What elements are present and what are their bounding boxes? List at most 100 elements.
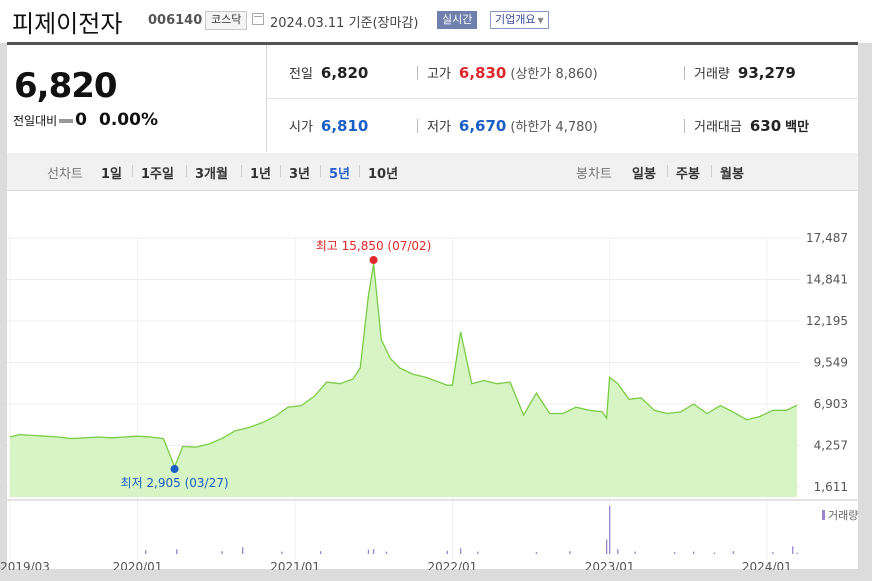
max-annotation: 최고 15,850 (07/02) bbox=[316, 239, 432, 253]
price-change-label: 전일대비 bbox=[13, 114, 58, 128]
x-tick-label: 2023/01 bbox=[585, 560, 635, 570]
x-tick-label: 2020/01 bbox=[113, 560, 163, 570]
volume-bar bbox=[176, 549, 178, 554]
volume-bar bbox=[367, 549, 370, 554]
y-tick-label: 12,195 bbox=[806, 314, 848, 328]
stock-code: 006140 bbox=[148, 13, 203, 28]
tab-daily[interactable]: 일봉 bbox=[632, 163, 656, 182]
volume-bar bbox=[145, 550, 147, 554]
candle-chart-label: 봉차트 bbox=[576, 167, 612, 182]
stat-value: 6,820 bbox=[320, 64, 369, 82]
max-marker bbox=[369, 256, 378, 264]
stat-open: 시가 6,810 bbox=[289, 116, 368, 135]
company-overview-label: 기업개요 bbox=[495, 13, 536, 26]
volume-bar bbox=[535, 552, 538, 554]
y-tick-label: 9,549 bbox=[814, 356, 848, 370]
price-chart: 17,487 14,841 12,195 9,549 6,903 4,257 1,611 최… bbox=[0, 231, 858, 570]
stat-label: 전일 bbox=[289, 67, 313, 82]
volume-bar bbox=[772, 552, 774, 554]
volume-bar bbox=[713, 552, 715, 554]
tab-monthly[interactable]: 월봉 bbox=[720, 163, 744, 182]
current-price: 6,820 bbox=[14, 66, 118, 106]
x-tick-label: 2022/01 bbox=[427, 560, 477, 570]
chevron-down-icon: ▼ bbox=[537, 16, 544, 25]
volume-bar bbox=[634, 551, 636, 554]
divider bbox=[132, 165, 133, 177]
volume-bar bbox=[242, 547, 244, 554]
volume-bar bbox=[609, 506, 611, 554]
min-marker bbox=[170, 465, 179, 473]
title-bar: 피제이전자 006140 코스닥 2024.03.11 기준(장마감) 실시간 … bbox=[0, 0, 872, 43]
divider bbox=[241, 165, 242, 177]
stat-volume: 거래량 93,279 bbox=[694, 63, 796, 82]
volume-bar bbox=[796, 552, 798, 554]
tab-10y[interactable]: 10년 bbox=[368, 163, 398, 182]
chart-tabs: 선차트 1일 1주일 3개월 1년 3년 5년 10년 봉차트 일봉 주봉 월봉 bbox=[7, 153, 858, 191]
price-change-percent: 0.00% bbox=[99, 110, 158, 130]
volume-bar bbox=[617, 549, 619, 554]
stat-label: 거래량 bbox=[694, 67, 730, 82]
divider bbox=[320, 165, 321, 177]
volume-bar bbox=[385, 551, 388, 554]
stat-label: 고가 bbox=[427, 67, 451, 82]
stock-name: 피제이전자 bbox=[12, 10, 123, 38]
volume-bar bbox=[693, 551, 695, 554]
tab-3m[interactable]: 3개월 bbox=[195, 163, 228, 182]
y-tick-label: 6,903 bbox=[814, 397, 848, 411]
tab-3y[interactable]: 3년 bbox=[289, 163, 310, 182]
divider bbox=[711, 165, 712, 177]
divider bbox=[359, 165, 360, 177]
volume-bar bbox=[221, 551, 223, 554]
y-tick-label: 1,611 bbox=[814, 480, 848, 494]
line-chart-label: 선차트 bbox=[47, 167, 83, 182]
flat-icon bbox=[59, 119, 74, 123]
stat-value: 6,830 bbox=[458, 64, 507, 82]
stat-value: 93,279 bbox=[737, 64, 796, 82]
volume-bar bbox=[446, 550, 448, 554]
volume-bar bbox=[372, 549, 375, 554]
volume-bar bbox=[477, 551, 479, 554]
price-change-value: 0 bbox=[75, 110, 88, 130]
volume-bar bbox=[569, 551, 571, 554]
date-text: 2024.03.11 기준(장마감) bbox=[270, 16, 419, 31]
min-annotation: 최저 2,905 (03/27) bbox=[121, 476, 229, 490]
stats-row-divider bbox=[267, 98, 858, 99]
y-tick-label: 4,257 bbox=[814, 439, 848, 453]
stat-low: 저가 6,670 (하한가 4,780) bbox=[427, 116, 598, 135]
realtime-button[interactable]: 실시간 bbox=[437, 11, 478, 29]
divider bbox=[186, 165, 187, 177]
tab-1y[interactable]: 1년 bbox=[250, 163, 271, 182]
divider bbox=[280, 165, 281, 177]
x-tick-label: 2021/01 bbox=[270, 560, 320, 570]
stat-value: 630 bbox=[749, 117, 782, 135]
price-change: 전일대비 0 0.00% bbox=[13, 110, 158, 130]
x-tick-label: 2024/01 bbox=[742, 560, 792, 570]
volume-bar bbox=[674, 552, 676, 554]
stat-unit: 백만 bbox=[785, 120, 810, 135]
divider bbox=[684, 66, 685, 80]
y-axis-labels: 17,487 14,841 12,195 9,549 6,903 4,257 1,611 bbox=[806, 231, 848, 494]
company-overview-button[interactable]: 기업개요 ▼ bbox=[490, 11, 549, 29]
market-badge: 코스닥 bbox=[205, 11, 248, 30]
stat-label: 거래대금 bbox=[694, 120, 742, 135]
stat-prev-close: 전일 6,820 bbox=[289, 63, 368, 82]
stat-label: 시가 bbox=[289, 120, 313, 135]
volume-legend-label: 거래량 bbox=[828, 509, 858, 522]
y-tick-label: 17,487 bbox=[806, 231, 848, 245]
volume-bar bbox=[319, 551, 322, 554]
x-axis-labels: 2019/03 2020/01 2021/01 2022/01 2023/01 2024/… bbox=[0, 560, 792, 570]
volume-bar bbox=[606, 539, 608, 554]
volume-bar bbox=[459, 548, 462, 554]
divider bbox=[417, 66, 418, 80]
stat-label: 저가 bbox=[427, 120, 451, 135]
stat-sub: (하한가 4,780) bbox=[510, 120, 598, 135]
tab-1d[interactable]: 1일 bbox=[101, 163, 122, 182]
y-tick-label: 14,841 bbox=[806, 273, 848, 287]
tab-1w[interactable]: 1주일 bbox=[141, 163, 174, 182]
volume-bar bbox=[792, 546, 794, 554]
calendar-icon bbox=[252, 13, 264, 25]
volume-legend-swatch bbox=[822, 510, 825, 520]
tab-5y[interactable]: 5년 bbox=[329, 163, 350, 182]
tab-weekly[interactable]: 주봉 bbox=[676, 163, 700, 182]
stat-value: 6,670 bbox=[458, 117, 507, 135]
